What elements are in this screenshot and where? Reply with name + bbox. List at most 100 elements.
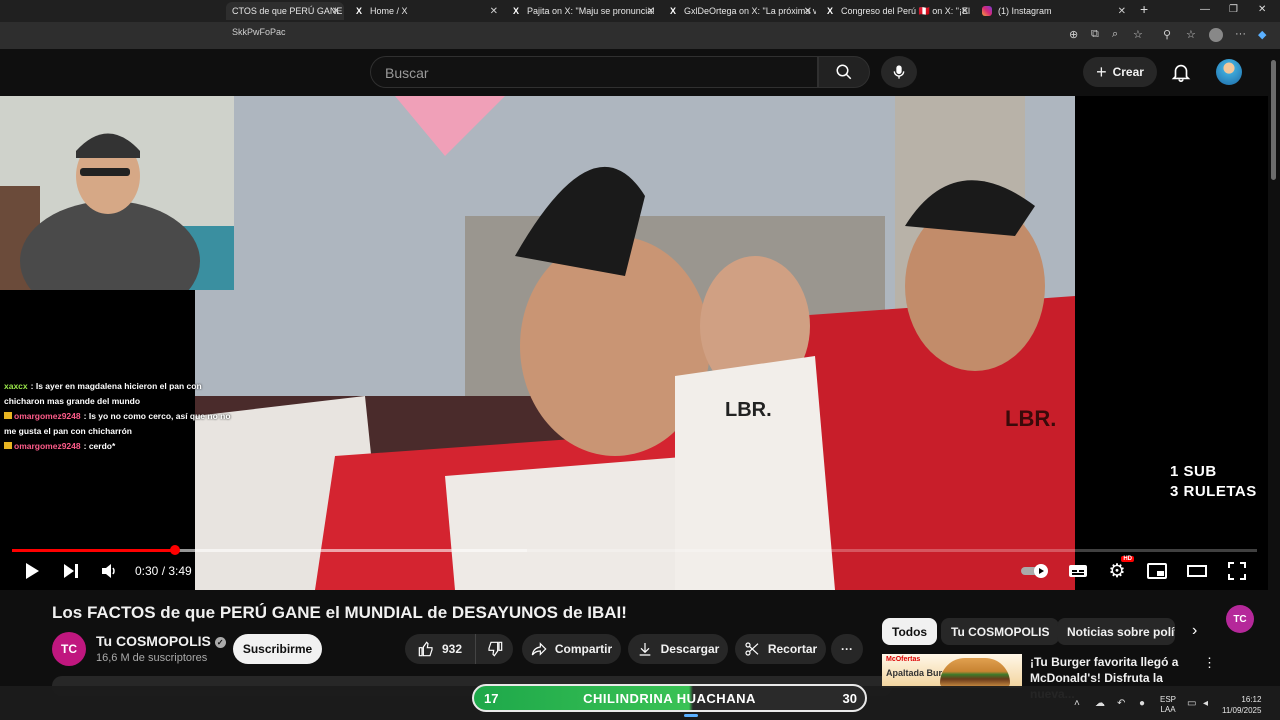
microphone-tray-icon[interactable]: ● <box>1139 698 1145 709</box>
close-tab-icon[interactable]: ✕ <box>804 6 812 17</box>
network-icon[interactable]: ▭ <box>1187 698 1196 709</box>
close-tab-icon[interactable]: ✕ <box>961 6 969 17</box>
channel-name[interactable]: Tu COSMOPOLIS ✓ <box>96 633 226 649</box>
tab-gxldeortega-x[interactable]: X GxlDeOrtega on X: "La próxima v ✕ <box>664 2 816 20</box>
dislike-button[interactable] <box>475 634 513 664</box>
close-window-button[interactable]: ✕ <box>1258 4 1266 15</box>
menu-dots-icon[interactable]: ··· <box>1235 28 1246 40</box>
play-icon <box>26 563 39 579</box>
search-placeholder: Buscar <box>385 65 429 81</box>
close-tab-icon[interactable]: ✕ <box>1118 6 1126 17</box>
chat-message: xaxcx: Is ayer en magdalena hicieron el … <box>4 381 202 406</box>
next-button[interactable] <box>61 560 81 582</box>
back-arrow-icon[interactable]: ↶ <box>1117 698 1125 709</box>
scissors-icon <box>745 642 759 656</box>
address-bar: SkkPwFoPac ⊕ ⧉ ⌕ ☆ ⚲ ☆ ··· ◆ <box>0 22 1280 49</box>
miniplayer-button[interactable] <box>1146 560 1168 582</box>
voice-search-button[interactable] <box>881 56 917 88</box>
zoom-icon[interactable]: ⌕ <box>1112 28 1118 41</box>
promo-overlay-text: 1 SUB 3 RULETAS <box>1170 462 1257 502</box>
minimize-button[interactable]: — <box>1200 4 1210 15</box>
share-button[interactable]: Compartir <box>522 634 621 664</box>
video-title: Los FACTOS de que PERÚ GANE el MUNDIAL d… <box>52 603 627 622</box>
chip-news-politics[interactable]: Noticias sobre polític <box>1057 618 1175 645</box>
ruleta-right-number: 30 <box>842 690 857 706</box>
close-tab-icon[interactable]: ✕ <box>647 6 655 17</box>
close-tab-icon[interactable]: ✕ <box>490 6 498 17</box>
chevron-up-icon[interactable]: ˄ <box>1074 698 1080 709</box>
progress-scrubber[interactable] <box>170 545 181 555</box>
language-indicator[interactable]: ESP LAA <box>1160 695 1176 715</box>
subscribe-button[interactable]: Suscribirme <box>233 634 322 664</box>
tab-congreso-x[interactable]: X Congreso del Perú 🇵🇪 on X: "¡El C ✕ <box>821 2 973 20</box>
tab-label: Congreso del Perú 🇵🇪 on X: "¡El C <box>841 5 973 16</box>
tab-label: CTOS de que PERÚ GANE e <box>232 6 344 16</box>
video-frame: LBR. LBR. <box>195 96 1075 590</box>
ruleta-overlay: 17 CHILINDRINA HUACHANA 30 <box>472 684 867 712</box>
profile-icon[interactable] <box>1209 28 1223 42</box>
download-button[interactable]: Descargar <box>628 634 728 664</box>
scrollbar-thumb[interactable] <box>1271 60 1276 180</box>
theater-mode-button[interactable] <box>1186 560 1208 582</box>
hd-badge: HD <box>1121 556 1134 562</box>
chat-username: xaxcx <box>4 381 28 391</box>
channel-watermark-logo[interactable]: TC <box>1226 605 1254 633</box>
ad-thumbnail[interactable]: McOfertas Apaltada Burger <box>882 654 1022 688</box>
like-count: 932 <box>441 642 463 656</box>
clip-label: Recortar <box>767 642 818 656</box>
chevron-right-icon[interactable]: › <box>1192 622 1197 640</box>
like-button[interactable]: 932 <box>405 634 475 664</box>
microphone-icon <box>893 65 905 79</box>
copilot-icon[interactable]: ◆ <box>1258 28 1266 41</box>
x-icon: X <box>512 6 519 16</box>
more-actions-button[interactable]: ··· <box>831 634 863 664</box>
search-button[interactable] <box>818 56 870 88</box>
collections-icon[interactable]: ☆ <box>1186 28 1196 41</box>
ruleta-label: CHILINDRINA HUACHANA <box>583 690 756 706</box>
favorite-star-icon[interactable]: ☆ <box>1133 28 1143 41</box>
translate-icon[interactable]: ⊕ <box>1069 28 1078 41</box>
extensions-icon[interactable]: ⚲ <box>1163 28 1171 41</box>
chat-text: cerdo* <box>88 441 116 451</box>
plus-icon: + <box>1096 61 1107 82</box>
url-text[interactable]: SkkPwFoPac <box>232 27 286 37</box>
active-app-indicator <box>684 714 698 717</box>
tab-label: Home / X <box>370 6 408 16</box>
account-avatar[interactable] <box>1216 59 1242 85</box>
settings-button[interactable]: ⚙ HD <box>1106 556 1134 582</box>
tab-label: (1) Instagram <box>998 6 1052 16</box>
cloud-icon[interactable]: ☁ <box>1095 698 1105 709</box>
new-tab-button[interactable]: + <box>1140 1 1148 17</box>
tab-instagram[interactable]: (1) Instagram ✕ <box>978 2 1130 20</box>
volume-button[interactable] <box>99 560 119 582</box>
thumbs-down-icon <box>487 641 502 657</box>
search-input[interactable]: Buscar <box>370 56 818 88</box>
fullscreen-button[interactable] <box>1226 560 1248 582</box>
tab-pajita-x[interactable]: X Pajita on X: "Maju se pronuncia! ✕ <box>507 2 659 20</box>
clip-button[interactable]: Recortar <box>735 634 826 664</box>
svg-text:LBR.: LBR. <box>1005 406 1056 431</box>
open-app-icon[interactable]: ⧉ <box>1091 28 1099 41</box>
subtitles-button[interactable] <box>1067 560 1089 582</box>
ad-menu-icon[interactable]: ⋮ <box>1203 655 1216 671</box>
notifications-bell-icon[interactable] <box>1170 61 1192 83</box>
maximize-button[interactable]: ❐ <box>1229 4 1238 15</box>
tab-youtube-video[interactable]: CTOS de que PERÚ GANE e ✕ <box>226 2 344 20</box>
chip-all[interactable]: Todos <box>882 618 938 645</box>
close-tab-icon[interactable]: ✕ <box>332 6 340 17</box>
chip-channel[interactable]: Tu COSMOPOLIS <box>941 618 1060 645</box>
clock[interactable]: 16:12 11/09/2025 <box>1222 694 1261 716</box>
play-button[interactable] <box>22 560 42 582</box>
x-icon: X <box>826 6 833 16</box>
create-label: Crear <box>1112 65 1144 79</box>
tab-home-x[interactable]: X Home / X ✕ <box>350 2 502 20</box>
autoplay-toggle-icon <box>1021 564 1048 578</box>
create-button[interactable]: + Crear <box>1083 57 1157 87</box>
streamer-webcam <box>0 96 234 290</box>
theater-icon <box>1187 565 1207 577</box>
channel-avatar[interactable]: TC <box>52 632 86 666</box>
speaker-icon[interactable]: ◂ <box>1203 698 1208 709</box>
video-player[interactable]: LBR. LBR. xaxcx: Is ayer en magdalena hi… <box>0 96 1268 633</box>
autoplay-toggle[interactable] <box>1019 560 1051 582</box>
tab-label: GxlDeOrtega on X: "La próxima v <box>684 6 816 16</box>
